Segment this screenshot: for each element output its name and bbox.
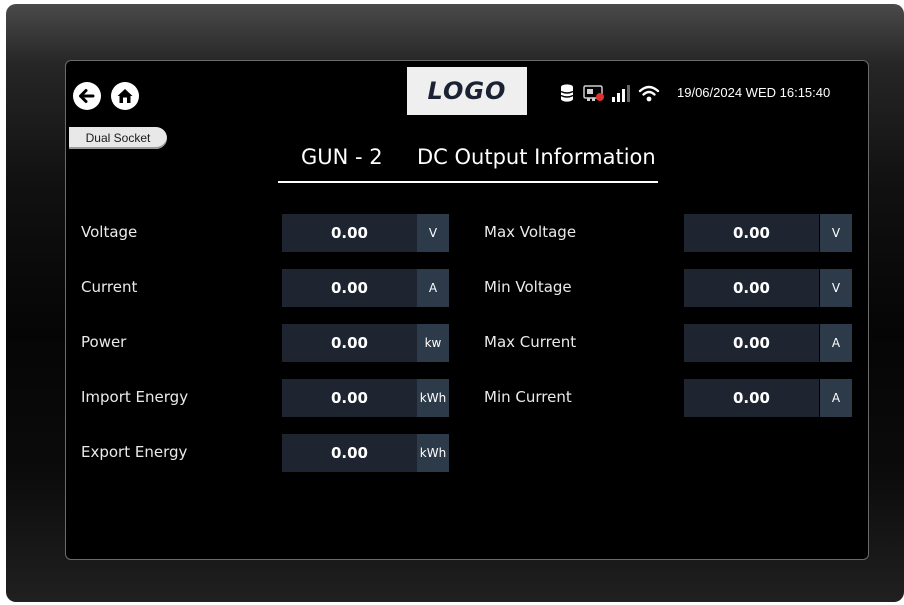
field-label: Max Voltage bbox=[484, 223, 577, 241]
field-row-min-current: Min Current 0.00 A bbox=[466, 379, 856, 417]
back-arrow-icon bbox=[79, 89, 95, 103]
field-value: 0.00 bbox=[282, 269, 417, 307]
field-value: 0.00 bbox=[282, 324, 417, 362]
field-unit: kw bbox=[417, 324, 449, 362]
field-label: Min Voltage bbox=[484, 278, 572, 296]
field-row-min-voltage: Min Voltage 0.00 V bbox=[466, 269, 856, 307]
field-label: Import Energy bbox=[81, 388, 189, 406]
field-unit: kWh bbox=[417, 434, 449, 472]
signal-icon bbox=[611, 83, 631, 107]
hmi-screen: LOGO 19/06/2024 WED 16:15:40 Dual Socket… bbox=[65, 60, 869, 560]
dual-socket-button[interactable]: Dual Socket bbox=[69, 127, 167, 149]
field-value: 0.00 bbox=[282, 379, 417, 417]
field-unit: kWh bbox=[417, 379, 449, 417]
database-icon bbox=[560, 83, 574, 107]
field-unit: V bbox=[820, 269, 852, 307]
page-title: GUN - 2 DC Output Information bbox=[278, 145, 658, 183]
back-button[interactable] bbox=[73, 82, 101, 110]
field-row-current: Current 0.00 A bbox=[66, 269, 456, 307]
field-row-export-energy: Export Energy 0.00 kWh bbox=[66, 434, 456, 472]
section-title: DC Output Information bbox=[417, 145, 656, 169]
field-label: Max Current bbox=[484, 333, 577, 351]
field-value: 0.00 bbox=[282, 214, 417, 252]
field-row-max-current: Max Current 0.00 A bbox=[466, 324, 856, 362]
field-value: 0.00 bbox=[684, 214, 819, 252]
field-row-max-voltage: Max Voltage 0.00 V bbox=[466, 214, 856, 252]
gun-label: GUN - 2 bbox=[301, 145, 383, 169]
field-value: 0.00 bbox=[684, 269, 819, 307]
field-row-voltage: Voltage 0.00 V bbox=[66, 214, 456, 252]
field-label: Power bbox=[81, 333, 127, 351]
field-unit: A bbox=[820, 324, 852, 362]
field-unit: A bbox=[417, 269, 449, 307]
wifi-icon bbox=[638, 83, 660, 107]
brand-logo: LOGO bbox=[407, 67, 527, 115]
field-unit: A bbox=[820, 379, 852, 417]
field-value: 0.00 bbox=[282, 434, 417, 472]
field-label: Export Energy bbox=[81, 443, 188, 461]
field-row-power: Power 0.00 kw bbox=[66, 324, 456, 362]
home-icon bbox=[117, 89, 133, 103]
field-unit: V bbox=[417, 214, 449, 252]
field-label: Min Current bbox=[484, 388, 572, 406]
field-label: Voltage bbox=[81, 223, 138, 241]
field-value: 0.00 bbox=[684, 379, 819, 417]
device-bezel: LOGO 19/06/2024 WED 16:15:40 Dual Socket… bbox=[6, 4, 904, 602]
home-button[interactable] bbox=[111, 82, 139, 110]
field-row-import-energy: Import Energy 0.00 kWh bbox=[66, 379, 456, 417]
field-value: 0.00 bbox=[684, 324, 819, 362]
network-card-icon bbox=[583, 83, 605, 107]
datetime-display: 19/06/2024 WED 16:15:40 bbox=[677, 85, 831, 100]
field-label: Current bbox=[81, 278, 138, 296]
field-unit: V bbox=[820, 214, 852, 252]
